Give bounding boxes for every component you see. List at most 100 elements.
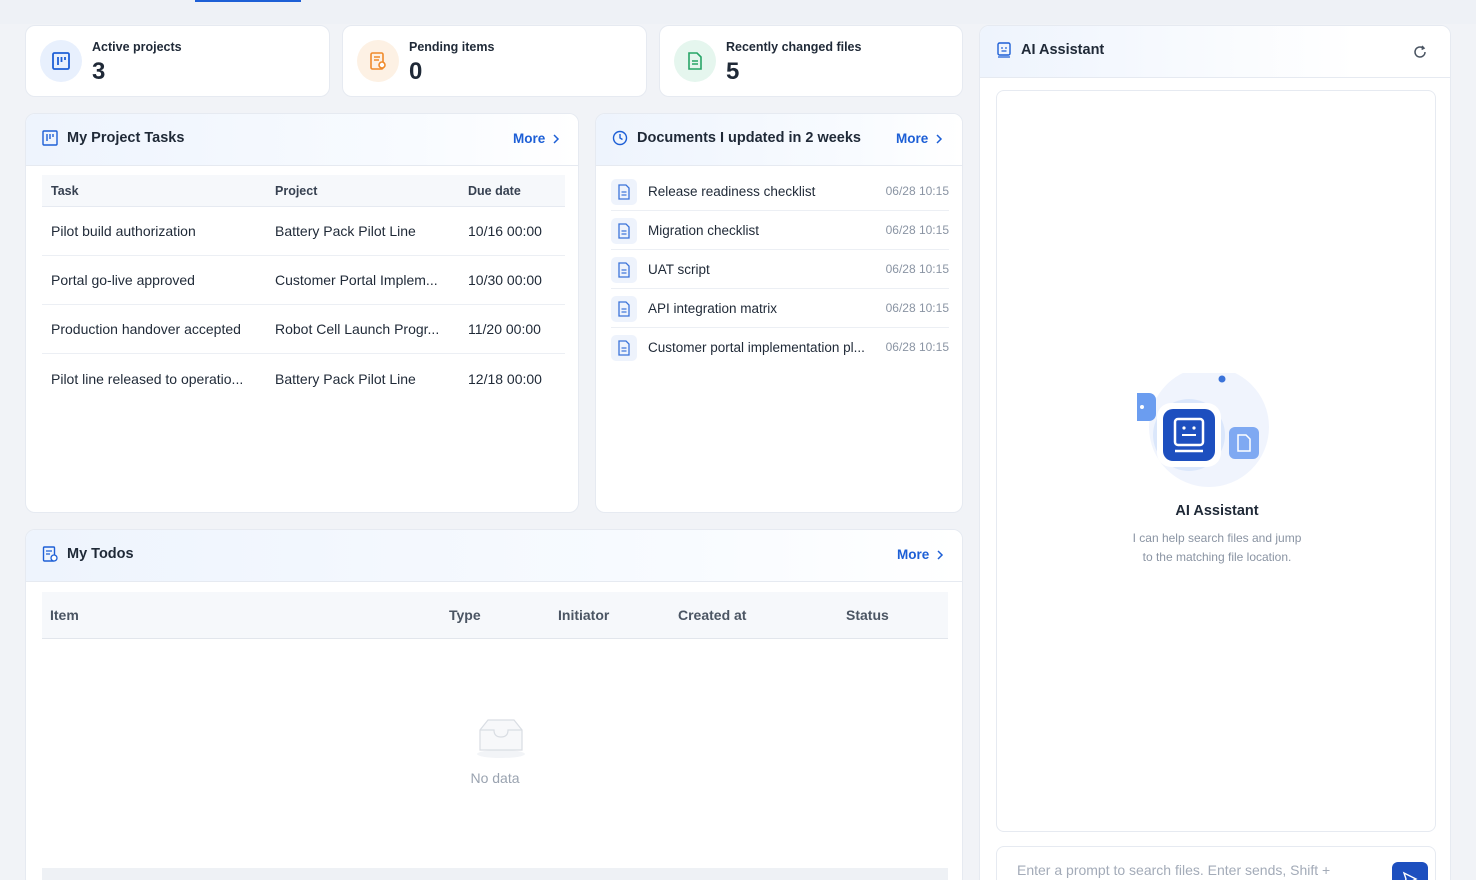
recent-documents-card: Documents I updated in 2 weeks More Rele… <box>595 113 963 513</box>
pending-doc-icon <box>357 40 399 82</box>
kanban-icon <box>40 40 82 82</box>
list-item[interactable]: API integration matrix 06/28 10:15 <box>611 289 949 328</box>
document-icon <box>611 218 637 244</box>
chat-messages-area: AI Assistant I can help search files and… <box>996 90 1436 832</box>
col-task: Task <box>51 183 79 198</box>
task-due: 12/18 00:00 <box>468 370 542 387</box>
task-project: Customer Portal Implem... <box>275 272 438 288</box>
project-tasks-card: My Project Tasks More Task Project Due d… <box>25 113 579 513</box>
more-label: More <box>513 131 546 146</box>
document-icon <box>611 296 637 322</box>
stat-card-pending-items[interactable]: Pending items 0 <box>342 25 647 97</box>
card-title: AI Assistant <box>1021 42 1105 58</box>
file-icon <box>674 40 716 82</box>
empty-inbox-icon <box>477 719 525 758</box>
stat-value: 3 <box>92 58 106 85</box>
col-created-at: Created at <box>678 607 747 623</box>
todos-card: My Todos More Item Type Initiator Create… <box>25 529 963 880</box>
document-icon <box>611 179 637 205</box>
col-item: Item <box>50 607 79 623</box>
document-time: 06/28 10:15 <box>885 301 949 315</box>
table-row[interactable]: Production handover accepted Robot Cell … <box>42 305 565 354</box>
col-project: Project <box>275 183 318 198</box>
empty-state-text: No data <box>470 770 520 786</box>
kanban-icon <box>42 130 58 146</box>
task-due: 10/16 00:00 <box>468 223 542 239</box>
document-name: API integration matrix <box>648 301 778 316</box>
active-tab-indicator <box>195 0 301 2</box>
task-name: Pilot build authorization <box>51 223 196 239</box>
stat-label: Recently changed files <box>726 40 862 54</box>
stat-label: Pending items <box>409 40 495 54</box>
stat-card-recent-files[interactable]: Recently changed files 5 <box>659 25 963 97</box>
task-due: 10/30 00:00 <box>468 272 542 288</box>
assistant-welcome-line-1: I can help search files and jump <box>1132 531 1302 545</box>
document-name: Release readiness checklist <box>648 184 816 199</box>
task-project: Battery Pack Pilot Line <box>275 370 416 387</box>
docs-more-link[interactable]: More <box>896 131 944 146</box>
task-name: Production handover accepted <box>51 321 241 337</box>
table-footer <box>42 868 948 880</box>
chevron-right-icon <box>937 549 944 560</box>
card-header: Documents I updated in 2 weeks More <box>596 114 962 166</box>
document-time: 06/28 10:15 <box>885 262 949 276</box>
assistant-icon <box>997 42 1011 58</box>
table-row[interactable]: Pilot line released to operatio... Batte… <box>42 354 565 403</box>
prompt-placeholder: Enter a prompt to search files. Enter se… <box>1017 862 1331 878</box>
table-row[interactable]: Pilot build authorization Battery Pack P… <box>42 207 565 256</box>
col-status: Status <box>846 607 889 623</box>
send-button[interactable] <box>1392 862 1428 880</box>
clock-icon <box>612 130 628 146</box>
prompt-input[interactable]: Enter a prompt to search files. Enter se… <box>996 846 1436 880</box>
document-icon <box>611 257 637 283</box>
card-title: My Todos <box>67 546 134 562</box>
document-time: 06/28 10:15 <box>885 184 949 198</box>
document-name: UAT script <box>648 262 710 277</box>
table-header: Task Project Due date <box>42 175 565 207</box>
list-item[interactable]: Release readiness checklist 06/28 10:15 <box>611 172 949 211</box>
send-icon <box>1402 871 1418 880</box>
top-nav-strip <box>0 0 1476 24</box>
list-item[interactable]: Customer portal implementation pl... 06/… <box>611 328 949 367</box>
stat-card-active-projects[interactable]: Active projects 3 <box>25 25 330 97</box>
chevron-right-icon <box>553 133 560 144</box>
task-name: Pilot line released to operatio... <box>51 370 244 387</box>
col-type: Type <box>449 607 481 623</box>
list-item[interactable]: UAT script 06/28 10:15 <box>611 250 949 289</box>
documents-list: Release readiness checklist 06/28 10:15 … <box>596 172 962 367</box>
more-label: More <box>896 131 929 146</box>
task-project: Battery Pack Pilot Line <box>275 223 416 239</box>
task-name: Portal go-live approved <box>51 272 195 288</box>
task-project: Robot Cell Launch Progr... <box>275 321 440 337</box>
document-time: 06/28 10:15 <box>885 223 949 237</box>
assistant-welcome-title: AI Assistant <box>1175 503 1259 519</box>
stat-label: Active projects <box>92 40 182 54</box>
table-row[interactable]: Portal go-live approved Customer Portal … <box>42 256 565 305</box>
tasks-more-link[interactable]: More <box>513 131 561 146</box>
assistant-welcome-line-2: to the matching file location. <box>1142 550 1292 564</box>
ai-assistant-panel: AI Assistant AI Assistant I can help sea… <box>979 25 1451 880</box>
card-title: My Project Tasks <box>67 130 185 146</box>
assistant-illustration-icon <box>1137 373 1269 487</box>
document-name: Migration checklist <box>648 223 760 238</box>
todo-list-icon <box>42 546 58 562</box>
stat-value: 5 <box>726 58 740 85</box>
more-label: More <box>897 547 930 562</box>
card-title: Documents I updated in 2 weeks <box>637 130 861 146</box>
list-item[interactable]: Migration checklist 06/28 10:15 <box>611 211 949 250</box>
task-due: 11/20 00:00 <box>468 321 541 337</box>
stat-value: 0 <box>409 58 423 85</box>
todos-more-link[interactable]: More <box>897 547 945 562</box>
chevron-right-icon <box>936 133 943 144</box>
card-header: My Todos More <box>26 530 962 582</box>
document-time: 06/28 10:15 <box>885 340 949 354</box>
tasks-table: Task Project Due date Pilot build author… <box>42 175 565 403</box>
col-due-date: Due date <box>468 183 521 198</box>
card-header: AI Assistant <box>980 26 1450 78</box>
document-icon <box>611 335 637 361</box>
table-header: Item Type Initiator Created at Status <box>42 592 948 639</box>
card-header: My Project Tasks More <box>26 114 578 166</box>
document-name: Customer portal implementation pl... <box>648 340 865 355</box>
refresh-icon[interactable] <box>1412 44 1428 60</box>
col-initiator: Initiator <box>558 607 610 623</box>
